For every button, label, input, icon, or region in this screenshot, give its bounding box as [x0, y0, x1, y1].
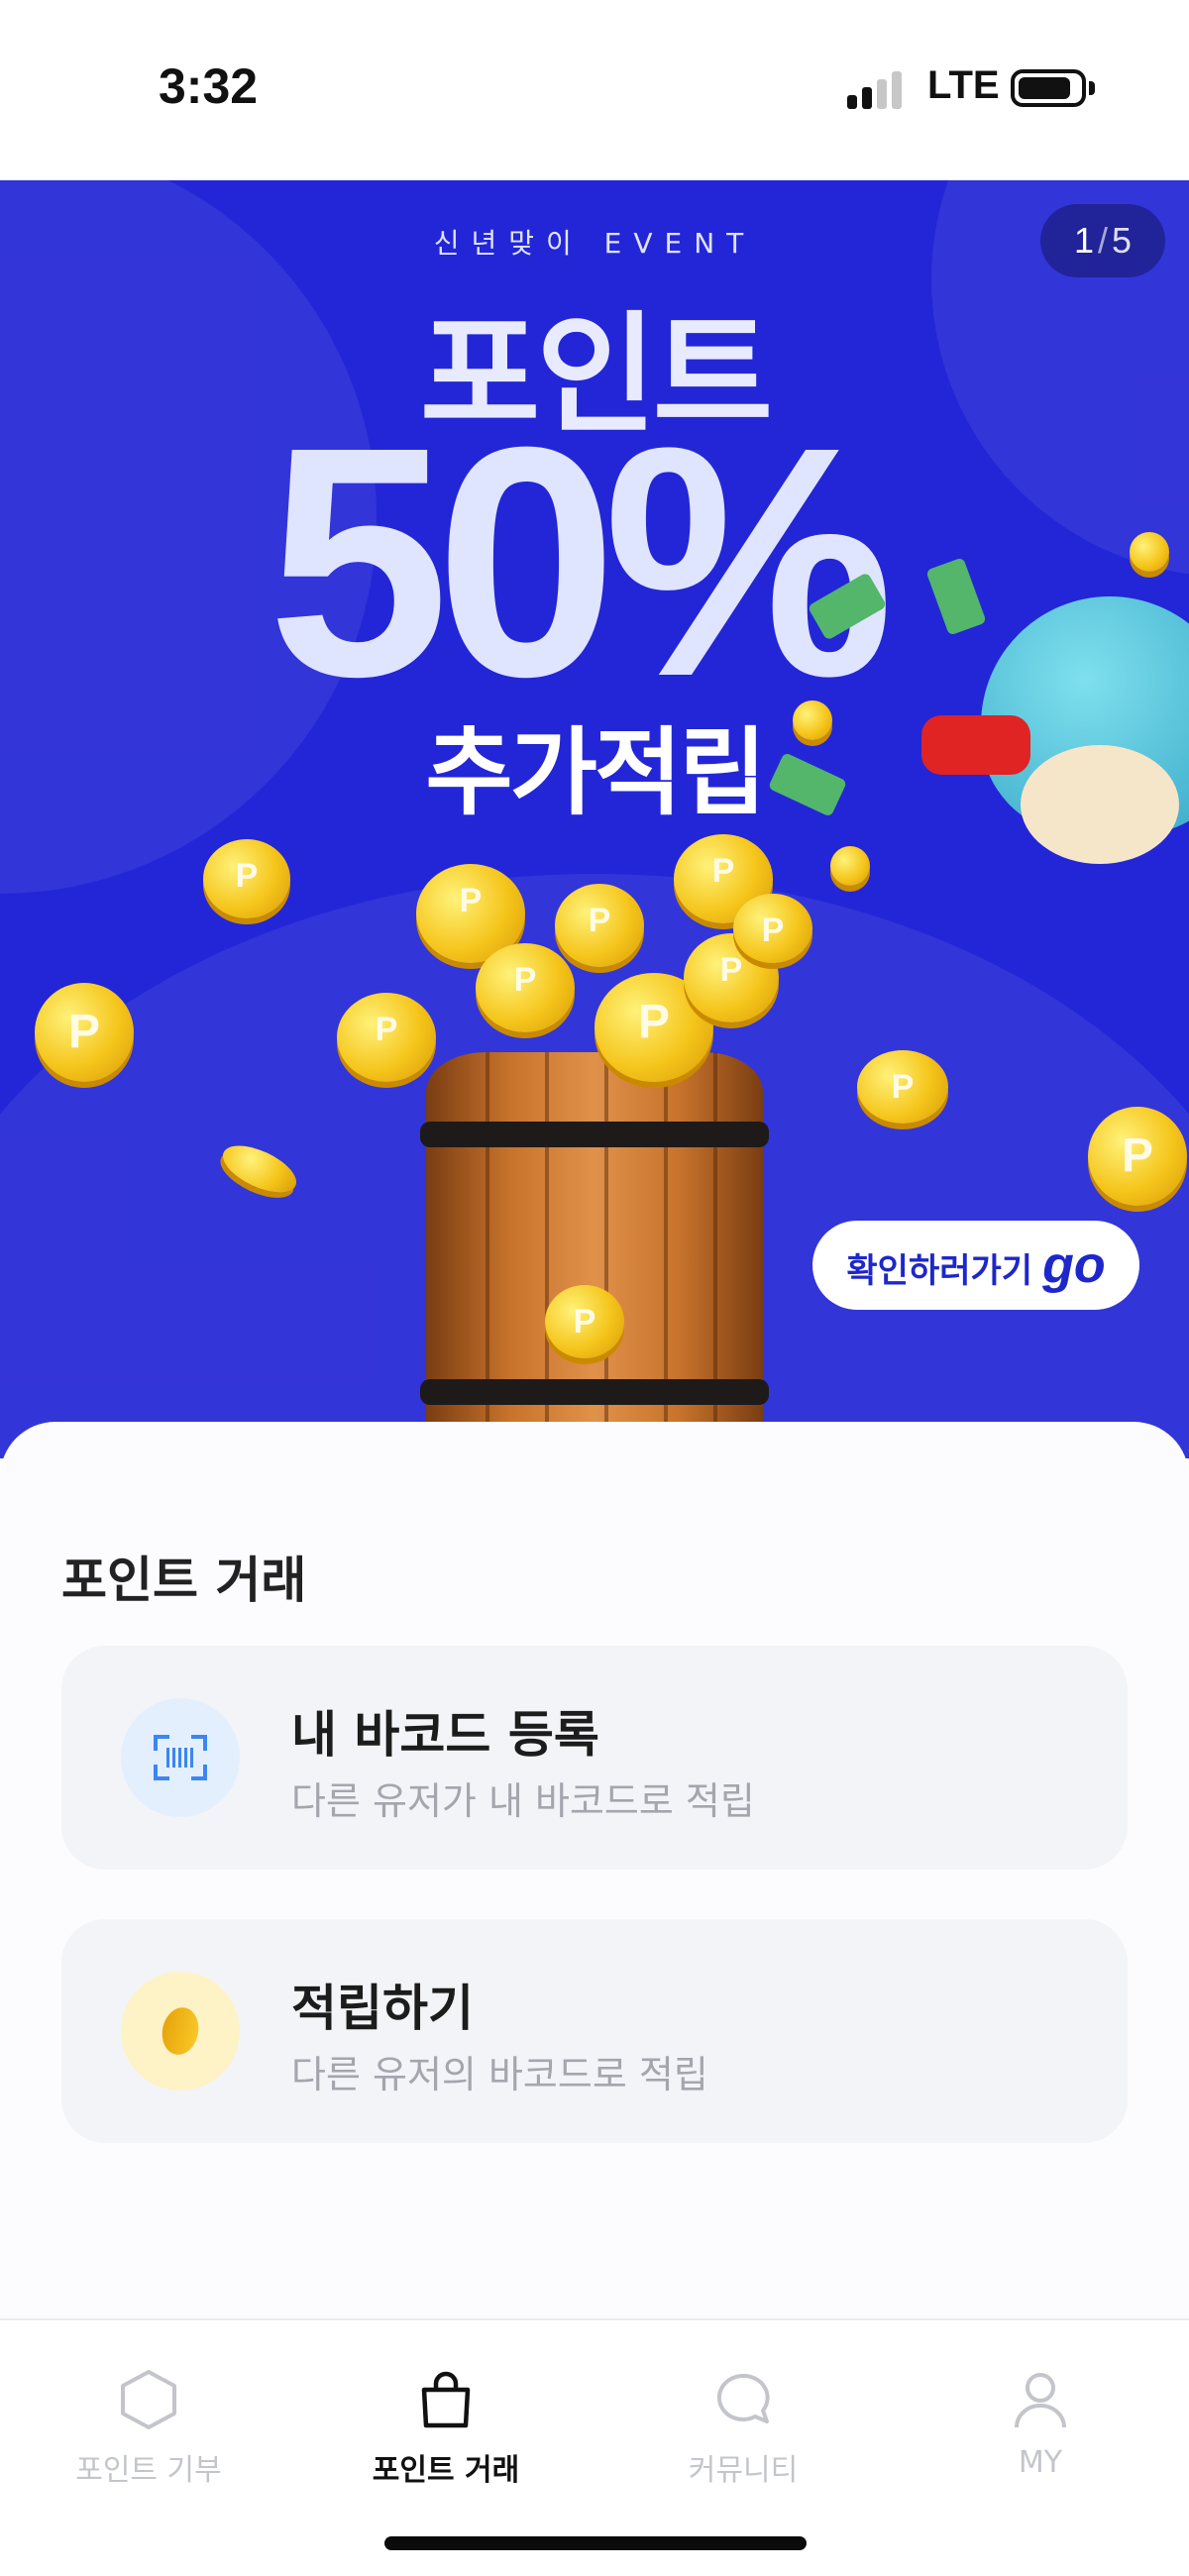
- coin-decoration: [203, 839, 290, 918]
- battery-icon: [1011, 69, 1086, 107]
- earn-points-card[interactable]: 적립하기 다른 유저의 바코드로 적립: [61, 1919, 1128, 2143]
- coin-decoration: [830, 846, 870, 886]
- section-title: 포인트 거래: [61, 1552, 307, 1609]
- coin-decoration: [337, 993, 436, 1082]
- register-barcode-card[interactable]: 내 바코드 등록 다른 유저가 내 바코드로 적립: [61, 1646, 1128, 1870]
- check-event-button[interactable]: 확인하러가기 go: [812, 1221, 1139, 1310]
- banner-headline-percent: 50%: [268, 378, 894, 744]
- coin-icon-circle: [121, 1972, 240, 2091]
- barrel-illustration: [420, 1052, 769, 1458]
- chat-bubble-icon: [716, 2373, 770, 2423]
- check-event-label: 확인하러가기: [846, 1251, 1033, 1291]
- tab-label: MY: [1018, 2445, 1063, 2480]
- tab-point-donation[interactable]: 포인트 기부: [0, 2340, 297, 2489]
- coin-decoration: [545, 1285, 624, 1358]
- tab-label: 커뮤니티: [688, 2453, 799, 2488]
- go-label: go: [1042, 1236, 1106, 1294]
- event-label: 신년맞이 EVENT: [433, 227, 756, 260]
- tab-label: 포인트 기부: [75, 2453, 222, 2488]
- money-bill-decoration: [925, 557, 987, 636]
- barcode-icon-circle: [121, 1698, 240, 1817]
- card-subtitle: 다른 유저의 바코드로 적립: [291, 2053, 708, 2096]
- cellular-signal-icon: [847, 69, 907, 109]
- tab-label: 포인트 거래: [372, 2453, 520, 2488]
- shopping-bag-icon: [421, 2371, 471, 2428]
- card-title: 적립하기: [291, 1980, 474, 2037]
- coin-decoration: [1088, 1107, 1187, 1206]
- coin-decoration: [555, 884, 644, 967]
- mascot-character-illustration: [921, 596, 1189, 894]
- tab-point-trade[interactable]: 포인트 거래: [297, 2340, 594, 2489]
- event-banner[interactable]: 1/5 신년맞이 EVENT 포인트 50% 추가적립 확인하러가기go: [0, 180, 1189, 1458]
- tab-community[interactable]: 커뮤니티: [594, 2340, 892, 2489]
- coin-decoration: [857, 1050, 948, 1124]
- battery-cap: [1089, 81, 1095, 95]
- coin-decoration: [793, 700, 832, 740]
- point-trade-sheet: 포인트 거래 내 바코드 등록 다른 유저가 내 바코드로 적립 적립하기 다른…: [0, 1422, 1189, 2318]
- tab-my[interactable]: MY: [892, 2340, 1189, 2489]
- status-bar: 3:32 LTE: [0, 0, 1189, 180]
- coin-decoration: [35, 983, 134, 1082]
- coin-decoration: [733, 894, 812, 963]
- barcode-scan-icon: [154, 1735, 207, 1780]
- coin-icon: [158, 2003, 203, 2059]
- card-subtitle: 다른 유저가 내 바코드로 적립: [291, 1779, 755, 1823]
- person-icon: [1015, 2373, 1066, 2428]
- coin-decoration: [1130, 532, 1169, 572]
- card-title: 내 바코드 등록: [291, 1706, 599, 1764]
- hexagon-icon: [121, 2370, 176, 2429]
- network-type: LTE: [927, 63, 1000, 107]
- home-indicator[interactable]: [384, 2536, 807, 2550]
- status-time: 3:32: [159, 58, 259, 114]
